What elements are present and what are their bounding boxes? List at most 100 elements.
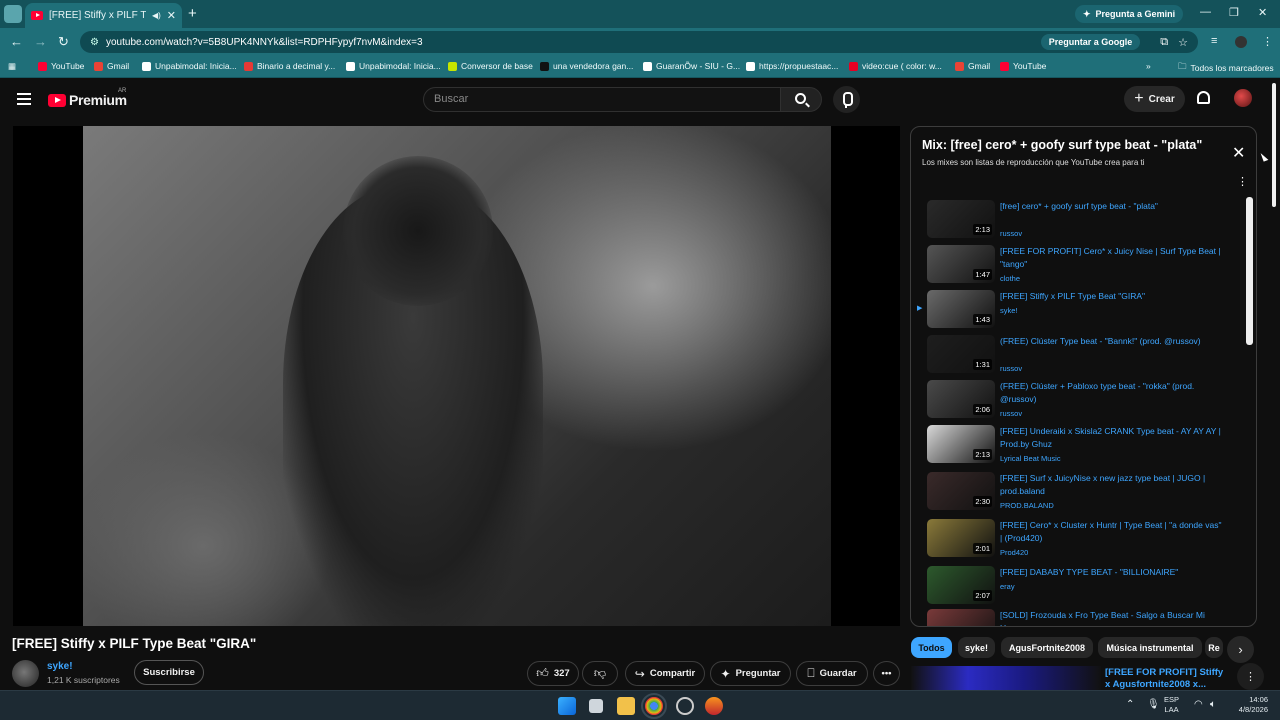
system-clock[interactable]: 14:06 4/8/2026 [1228,695,1268,715]
bookmark-item[interactable]: YouTube [38,61,84,71]
chrome-icon[interactable] [641,693,667,719]
playlist-item-channel: PROD.BALAND [1000,501,1054,510]
start-windows-icon[interactable] [558,697,576,715]
youtube-premium-logo[interactable]: Premium AR [48,88,127,108]
ask-button[interactable]: ✦ Preguntar [710,661,791,686]
channel-name[interactable]: syke! [47,661,73,672]
speaker-icon[interactable]: ◀) [152,11,161,20]
wifi-icon[interactable]: ◠ [1194,699,1203,710]
folder-icon: 🗀 [1178,61,1187,71]
tray-expand-icon[interactable]: ⌃ [1126,699,1134,710]
bookmark-item[interactable]: Unpabimodal: Inicia... [142,61,237,71]
recommended-title[interactable]: [FREE FOR PROFIT] Stiffy x Agusfortnite2… [1105,667,1225,689]
voice-search-icon[interactable] [833,86,860,113]
search-icon [795,93,806,104]
playlist-item[interactable]: 2:13 [FREE] Underaiki x Skisla2 CRANK Typ… [917,425,1237,469]
file-explorer-icon[interactable] [617,697,635,715]
ask-google-button[interactable]: Preguntar a Google [1040,34,1141,50]
install-app-icon[interactable]: ⧉ [1160,36,1168,49]
forward-icon[interactable]: → [34,34,47,49]
maximize-icon[interactable]: ❐ [1229,6,1239,19]
close-playlist-icon[interactable]: ✕ [1232,143,1245,163]
share-button[interactable]: ↪ Compartir [625,661,705,686]
playlist-item[interactable]: 2:13 [free] cero* + goofy surf type beat … [917,200,1237,244]
minimize-icon[interactable]: — [1200,6,1211,18]
bookmark-label: Binario a decimal y... [257,61,336,71]
apps-grid-icon[interactable]: ▦ [8,61,16,72]
playlist-scrollbar[interactable] [1246,197,1253,345]
subscribe-button[interactable]: Suscribirse [134,660,204,685]
bookmark-item[interactable]: Unpabimodal: Inicia... [346,61,441,71]
video-player[interactable] [13,126,900,626]
profile-icon[interactable] [1235,36,1247,48]
filter-chip[interactable]: Todos [911,637,952,658]
notifications-bell-icon[interactable] [1197,91,1210,104]
recommended-more-icon[interactable]: ⋮ [1237,663,1264,690]
filter-chip[interactable]: syke! [958,637,995,658]
app-icon[interactable] [676,697,694,715]
bookmark-item[interactable]: Gmail [94,61,129,71]
create-button[interactable]: + Crear [1124,86,1185,112]
filter-chip[interactable]: Música instrumental [1098,637,1202,658]
playlist-item-channel: Prod420 [1000,548,1029,557]
playlist-item[interactable]: 1:31 (FREE) Clúster Type beat - "Bannk!" … [917,335,1237,379]
playlist-item[interactable]: 2:30 [FREE] Surf x JuicyNise x new jazz t… [917,472,1237,516]
search-input[interactable]: Buscar [423,87,781,112]
bookmark-item[interactable]: YouTube [1000,61,1046,71]
playlist-item[interactable]: 2:06 (FREE) Clúster + Pabloxo type beat -… [917,380,1237,424]
bookmark-item[interactable]: una vendedora gan... [540,61,633,71]
dislike-button[interactable]: 👎︎ [582,661,618,686]
url-text[interactable]: youtube.com/watch?v=5B8UPK4NNYk&list=RDP… [106,37,1041,48]
bookmark-item[interactable]: Gmail [955,61,990,71]
new-tab-button[interactable]: + [188,5,197,22]
bookmark-item[interactable]: https://propuestaac... [746,61,838,71]
site-info-icon[interactable]: ⚙ [90,37,100,48]
playlist-item[interactable]: [SOLD] Frozouda x Fro Type Beat - Salgo … [917,609,1237,626]
tab-search-button[interactable] [4,5,22,23]
page-scrollbar[interactable] [1270,81,1278,209]
bookmark-item[interactable]: GuaranÕw - SIU - G... [643,61,740,71]
gemini-button[interactable]: ✦ Pregunta a Gemini [1075,5,1184,23]
bookmark-item[interactable]: video:cue ( color: w... [849,61,942,71]
playlist-item-title: [FREE] Stiffy x PILF Type Beat "GIRA" [1000,291,1146,301]
address-bar[interactable]: ⚙ youtube.com/watch?v=5B8UPK4NNYk&list=R… [80,31,1198,53]
playlist-more-icon[interactable]: ⋮ [1237,175,1248,188]
task-view-icon[interactable] [589,699,603,713]
filter-chip[interactable]: Re [1205,637,1223,658]
tab-close-icon[interactable]: ✕ [167,9,176,22]
fl-studio-icon[interactable] [705,697,723,715]
now-playing-icon: ▶ [917,305,923,312]
more-bookmarks-icon[interactable]: » [1146,61,1151,71]
more-actions-button[interactable]: ••• [873,661,900,686]
language-indicator[interactable]: ESP LAA [1164,695,1179,715]
filter-chip[interactable]: AgusFortnite2008 [1001,637,1093,658]
menu-hamburger-icon[interactable] [17,93,31,105]
browser-tab-active[interactable]: [FREE] Stiffy x PILF Type Beat ◀) ✕ [25,3,182,28]
back-icon[interactable]: ← [10,34,23,49]
reload-icon[interactable]: ↻ [58,34,69,50]
clock-date: 4/8/2026 [1238,705,1268,714]
search-button[interactable] [780,87,822,112]
volume-icon[interactable]: 🔈︎ [1210,699,1216,710]
playlist-item[interactable]: 2:01 [FREE] Cero* x Cluster x Huntr | Typ… [917,519,1237,563]
playlist-item[interactable]: 2:07 [FREE] DABABY TYPE BEAT - "BILLIONAI… [917,566,1237,610]
playlist-item[interactable]: ▶ 1:43 [FREE] Stiffy x PILF Type Beat "GIR… [917,290,1237,334]
reading-list-icon[interactable]: ≡ [1211,35,1217,47]
like-button[interactable]: 👍︎ 327 [527,661,579,686]
bookmark-item[interactable]: Conversor de base [448,61,533,71]
bookmark-label: video:cue ( color: w... [862,61,942,71]
window-close-icon[interactable]: ✕ [1258,6,1267,19]
chips-next-icon[interactable]: › [1227,636,1254,663]
bookmark-favicon-icon [849,61,858,71]
playlist-item[interactable]: 1:47 [FREE FOR PROFIT] Cero* x Juicy Nise… [917,245,1237,289]
save-button[interactable]: ⎕ Guardar [796,661,868,686]
channel-avatar[interactable] [12,660,39,687]
all-bookmarks[interactable]: 🗀 Todos los marcadores [1178,61,1274,75]
bookmark-item[interactable]: Binario a decimal y... [244,61,335,71]
recommended-thumbnail[interactable] [911,666,1101,690]
bookmark-star-icon[interactable]: ☆ [1178,36,1188,49]
microphone-icon[interactable]: 🎙︎ [1147,699,1160,710]
bookmark-favicon-icon [955,61,964,71]
account-avatar[interactable] [1234,89,1252,107]
browser-menu-icon[interactable]: ⋮ [1262,35,1273,48]
